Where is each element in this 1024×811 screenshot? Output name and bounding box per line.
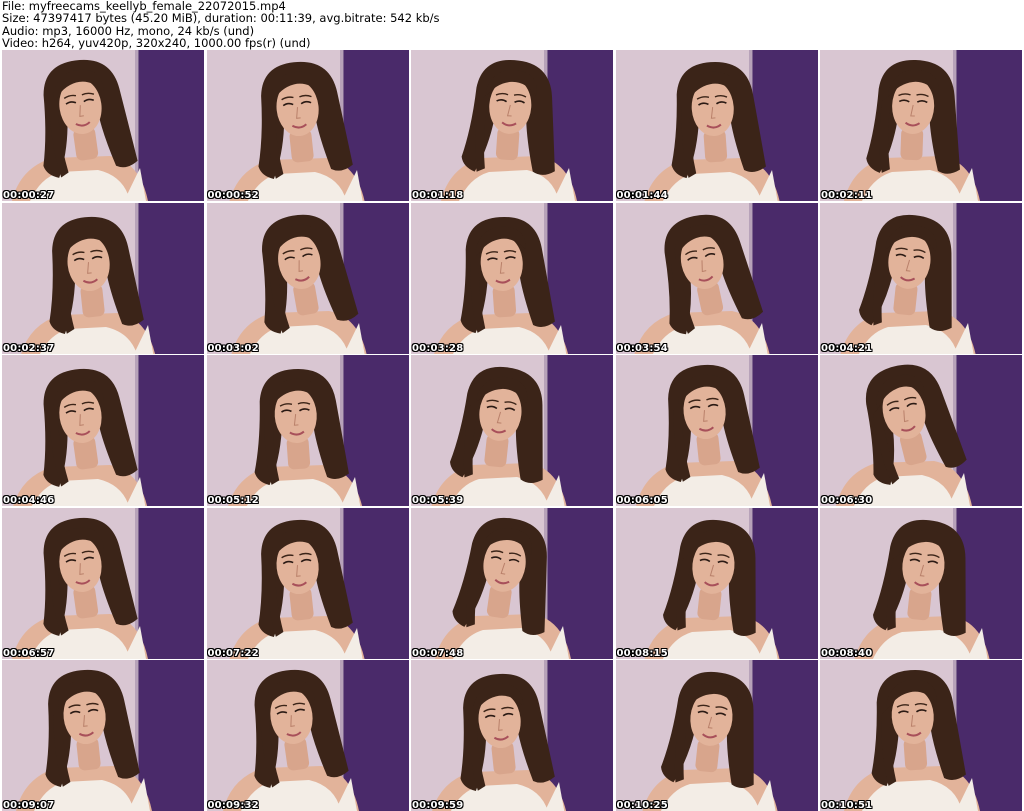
video-frame-image (615, 202, 818, 354)
thumbnail-timestamp: 00:02:11 (821, 190, 873, 201)
thumbnail-timestamp: 00:03:02 (207, 342, 259, 354)
video-thumbnail: 00:10:51 (820, 660, 1022, 811)
video-frame-image (820, 507, 1022, 659)
thumbnail-timestamp: 00:02:37 (3, 342, 55, 354)
video-frame-image (615, 660, 818, 811)
video-thumbnail: 00:09:07 (2, 660, 204, 811)
video-thumbnail: 00:05:12 (206, 355, 409, 506)
video-frame-image (411, 507, 613, 659)
video-frame-image (615, 355, 818, 506)
video-thumbnail: 00:06:30 (820, 355, 1022, 506)
thumbnail-timestamp: 00:03:54 (616, 342, 668, 354)
video-thumbnail: 00:03:28 (411, 202, 613, 354)
thumbnail-timestamp: 00:03:28 (412, 342, 464, 354)
video-thumbnail: 00:00:27 (2, 50, 204, 201)
video-frame-image (206, 660, 409, 811)
video-thumbnail: 00:09:59 (411, 660, 613, 811)
video-thumbnail: 00:02:11 (820, 50, 1022, 201)
video-thumbnail: 00:10:25 (615, 660, 818, 811)
video-frame-image (2, 355, 204, 506)
video-thumbnail: 00:01:18 (411, 50, 613, 201)
video-thumbnail: 00:03:54 (615, 202, 818, 354)
video-thumbnail: 00:08:40 (820, 507, 1022, 659)
video-thumbnail: 00:09:32 (206, 660, 409, 811)
thumbnail-timestamp: 00:01:44 (616, 190, 668, 201)
video-frame-image (206, 202, 409, 354)
video-frame-image (411, 50, 613, 201)
video-thumbnail: 00:06:05 (615, 355, 818, 506)
video-frame-image (820, 202, 1022, 354)
thumbnail-timestamp: 00:06:57 (3, 647, 55, 659)
size-duration-line: Size: 47397417 bytes (45.20 MiB), durati… (2, 11, 440, 26)
video-thumbnail: 00:01:44 (615, 50, 818, 201)
thumbnail-timestamp: 00:00:52 (207, 190, 259, 201)
thumbnail-grid: 00:00:27 00:00:52 00:01:18 00:01:44 00:02:11… (2, 50, 1024, 811)
video-thumbnail: 00:04:46 (2, 355, 204, 506)
video-info-header: File: myfreecams_keellyb_female_22072015… (2, 0, 1022, 50)
video-frame-image (2, 507, 204, 659)
thumbnail-timestamp: 00:00:27 (3, 190, 55, 201)
video-frame-image (820, 355, 1022, 506)
video-thumbnail: 00:07:48 (411, 507, 613, 659)
video-frame-image (206, 507, 409, 659)
thumbnail-timestamp: 00:09:07 (3, 800, 55, 811)
thumbnail-timestamp: 00:07:48 (412, 647, 464, 659)
thumbnail-timestamp: 00:10:51 (821, 800, 873, 811)
thumbnail-timestamp: 00:06:05 (616, 495, 668, 506)
video-frame-image (2, 660, 204, 811)
video-frame-image (2, 50, 204, 201)
thumbnail-timestamp: 00:04:46 (3, 495, 55, 506)
video-frame-image (820, 50, 1022, 201)
thumbnail-timestamp: 00:05:39 (412, 495, 464, 506)
thumbnail-timestamp: 00:08:40 (821, 647, 873, 659)
thumbnail-timestamp: 00:05:12 (207, 495, 259, 506)
video-frame-image (2, 202, 204, 354)
video-thumbnail: 00:05:39 (411, 355, 613, 506)
video-thumbnail: 00:02:37 (2, 202, 204, 354)
thumbnail-timestamp: 00:09:59 (412, 800, 464, 811)
video-info-line: Video: h264, yuv420p, 320x240, 1000.00 f… (2, 36, 311, 51)
thumbnail-timestamp: 00:07:22 (207, 647, 259, 659)
video-thumbnail: 00:07:22 (206, 507, 409, 659)
thumbnail-timestamp: 00:06:30 (821, 495, 873, 506)
video-frame-image (411, 660, 613, 811)
thumbnail-timestamp: 00:09:32 (207, 800, 259, 811)
video-frame-image (820, 660, 1022, 811)
video-thumbnail: 00:03:02 (206, 202, 409, 354)
thumbnail-timestamp: 00:01:18 (412, 190, 464, 201)
video-frame-image (206, 355, 409, 506)
video-frame-image (615, 507, 818, 659)
video-thumbnail: 00:04:21 (820, 202, 1022, 354)
video-thumbnail: 00:06:57 (2, 507, 204, 659)
thumbnail-timestamp: 00:10:25 (616, 800, 668, 811)
video-thumbnail: 00:00:52 (206, 50, 409, 201)
thumbnail-timestamp: 00:04:21 (821, 342, 873, 354)
video-frame-image (411, 355, 613, 506)
video-frame-image (411, 202, 613, 354)
video-frame-image (615, 50, 818, 201)
thumbnail-timestamp: 00:08:15 (616, 647, 668, 659)
video-thumbnail: 00:08:15 (615, 507, 818, 659)
video-frame-image (206, 50, 409, 201)
